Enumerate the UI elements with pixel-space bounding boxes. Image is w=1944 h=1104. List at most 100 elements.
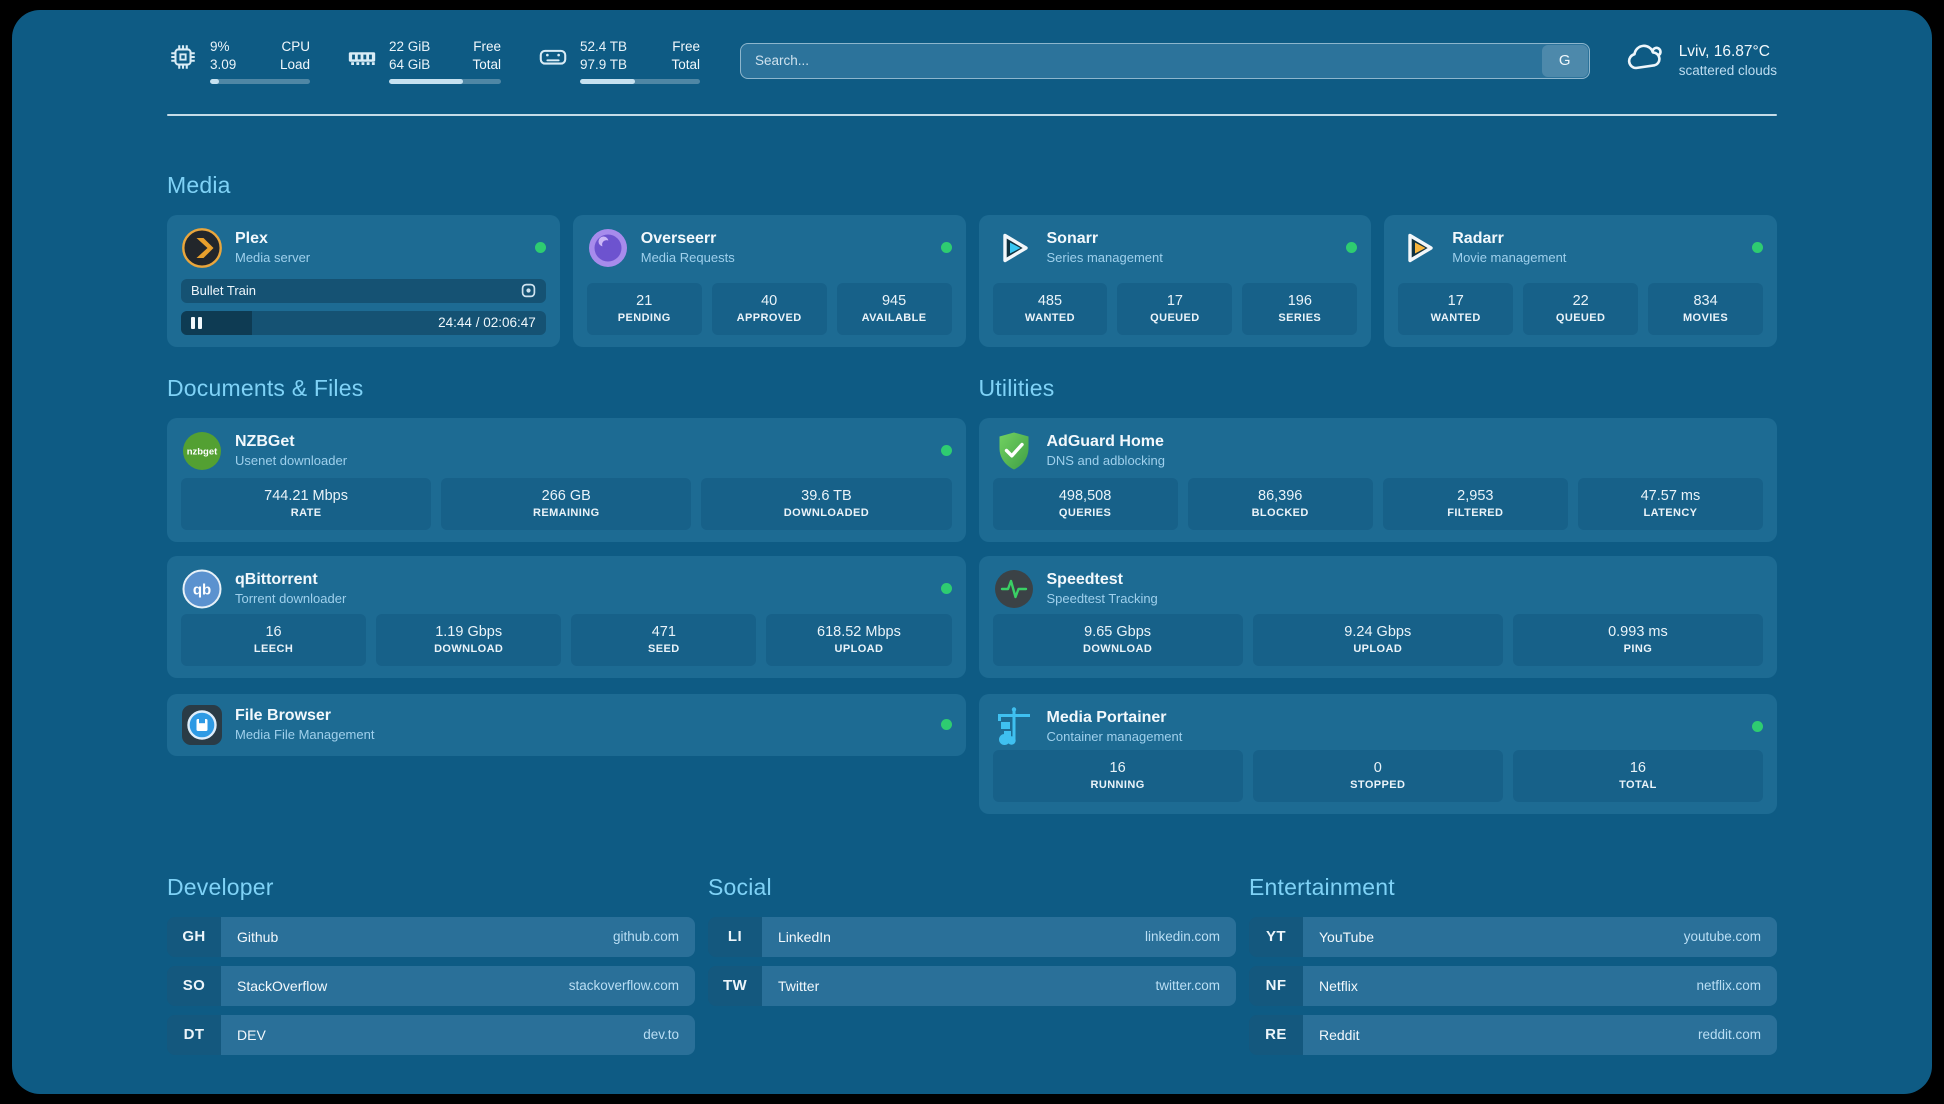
bookmark-url: netflix.com: [1696, 978, 1761, 993]
bookmark-abbr: RE: [1249, 1015, 1303, 1055]
bookmark-github[interactable]: GH Github github.com: [167, 917, 695, 957]
status-dot: [941, 445, 952, 456]
bookmark-dev[interactable]: DT DEV dev.to: [167, 1015, 695, 1055]
pause-icon[interactable]: [191, 317, 202, 329]
bookmark-url: twitter.com: [1155, 978, 1220, 993]
section-title-media: Media: [167, 172, 1777, 199]
stat-pending: 21PENDING: [587, 283, 702, 335]
overseerr-icon: [587, 227, 629, 269]
disk-icon: [537, 41, 569, 78]
cpu-load: 3.09: [210, 56, 236, 74]
stat-ping: 0.993 msPING: [1513, 614, 1763, 666]
bookmark-linkedin[interactable]: LI LinkedIn linkedin.com: [708, 917, 1236, 957]
portainer-icon: [993, 706, 1035, 748]
bookmark-abbr: NF: [1249, 966, 1303, 1006]
search-provider-button[interactable]: G: [1542, 45, 1588, 77]
status-dot: [1752, 242, 1763, 253]
stat-stopped: 0STOPPED: [1253, 750, 1503, 802]
speedtest-card[interactable]: Speedtest Speedtest Tracking 9.65 GbpsDO…: [979, 556, 1778, 678]
app-title: AdGuard Home: [1047, 433, 1166, 451]
filebrowser-card[interactable]: File Browser Media File Management: [167, 694, 966, 756]
section-title-entertainment: Entertainment: [1249, 874, 1777, 901]
disk-total-label: Total: [671, 56, 700, 74]
stat-download: 1.19 GbpsDOWNLOAD: [376, 614, 561, 666]
playback-time: 24:44 / 02:06:47: [438, 315, 536, 330]
cpu-icon: [167, 41, 199, 78]
stat-blocked: 86,396BLOCKED: [1188, 478, 1373, 530]
stat-queries: 498,508QUERIES: [993, 478, 1178, 530]
plex-icon: [181, 227, 223, 269]
cpu-progress-fill: [210, 79, 219, 84]
section-title-developer: Developer: [167, 874, 695, 901]
radarr-card[interactable]: Radarr Movie management 17WANTED 22QUEUE…: [1384, 215, 1777, 347]
portainer-card[interactable]: Media Portainer Container management 16R…: [979, 694, 1778, 814]
memory-total: 64 GiB: [389, 56, 430, 74]
video-session-icon: [521, 283, 536, 298]
nzbget-card[interactable]: nzbget NZBGet Usenet downloader 744.21 M…: [167, 418, 966, 542]
stat-running: 16RUNNING: [993, 750, 1243, 802]
plex-player-bar: 24:44 / 02:06:47: [181, 311, 546, 335]
speedtest-icon: [993, 568, 1035, 610]
stat-upload: 618.52 MbpsUPLOAD: [766, 614, 951, 666]
disk-total: 97.9 TB: [580, 56, 627, 74]
stat-wanted: 17WANTED: [1398, 283, 1513, 335]
memory-icon: [346, 41, 378, 78]
stat-movies: 834MOVIES: [1648, 283, 1763, 335]
bookmark-url: github.com: [613, 929, 679, 944]
bookmark-youtube[interactable]: YT YouTube youtube.com: [1249, 917, 1777, 957]
weather-widget: Lviv, 16.87°C scattered clouds: [1624, 41, 1777, 80]
bookmark-name: Twitter: [778, 978, 819, 994]
stat-leech: 16LEECH: [181, 614, 366, 666]
sonarr-card[interactable]: Sonarr Series management 485WANTED 17QUE…: [979, 215, 1372, 347]
bookmark-reddit[interactable]: RE Reddit reddit.com: [1249, 1015, 1777, 1055]
bookmark-netflix[interactable]: NF Netflix netflix.com: [1249, 966, 1777, 1006]
adguard-card[interactable]: AdGuard Home DNS and adblocking 498,508Q…: [979, 418, 1778, 542]
bookmark-twitter[interactable]: TW Twitter twitter.com: [708, 966, 1236, 1006]
app-title: Overseerr: [641, 230, 735, 248]
sonarr-icon: [993, 227, 1035, 269]
bookmark-stackoverflow[interactable]: SO StackOverflow stackoverflow.com: [167, 966, 695, 1006]
bookmark-name: YouTube: [1319, 929, 1374, 945]
bookmark-abbr: TW: [708, 966, 762, 1006]
weather-location-temp: Lviv, 16.87°C: [1679, 43, 1777, 61]
bookmark-name: LinkedIn: [778, 929, 831, 945]
nzbget-icon: nzbget: [181, 430, 223, 472]
app-title: Radarr: [1452, 230, 1566, 248]
stat-upload: 9.24 GbpsUPLOAD: [1253, 614, 1503, 666]
search-input[interactable]: [740, 43, 1590, 79]
section-title-utilities: Utilities: [979, 375, 1778, 402]
overseerr-card[interactable]: Overseerr Media Requests 21PENDING 40APP…: [573, 215, 966, 347]
system-stats: 9%CPU 3.09Load: [167, 38, 700, 84]
stat-series: 196SERIES: [1242, 283, 1357, 335]
top-bar: 9%CPU 3.09Load: [167, 38, 1777, 84]
bookmark-name: DEV: [237, 1027, 266, 1043]
stat-available: 945AVAILABLE: [837, 283, 952, 335]
bookmark-url: stackoverflow.com: [569, 978, 679, 993]
cpu-stat-widget: 9%CPU 3.09Load: [167, 38, 310, 84]
app-subtitle: Series management: [1047, 250, 1163, 265]
cloud-icon: [1624, 41, 1666, 80]
stat-wanted: 485WANTED: [993, 283, 1108, 335]
adguard-icon: [993, 430, 1035, 472]
app-title: qBittorrent: [235, 571, 346, 589]
bookmark-abbr: YT: [1249, 917, 1303, 957]
plex-now-playing-row: Bullet Train: [181, 279, 546, 303]
plex-card[interactable]: Plex Media server Bullet Train 24:44 / 0…: [167, 215, 560, 347]
bookmark-abbr: DT: [167, 1015, 221, 1055]
status-dot: [535, 242, 546, 253]
bookmark-url: dev.to: [643, 1027, 679, 1042]
stat-rate: 744.21 MbpsRATE: [181, 478, 431, 530]
disk-free: 52.4 TB: [580, 38, 627, 56]
memory-stat-widget: 22 GiBFree 64 GiBTotal: [346, 38, 501, 84]
disk-stat-widget: 52.4 TB Free 97.9 TB Total: [537, 38, 700, 84]
bookmark-abbr: SO: [167, 966, 221, 1006]
app-title: NZBGet: [235, 433, 347, 451]
weather-condition: scattered clouds: [1679, 63, 1777, 78]
app-subtitle: Movie management: [1452, 250, 1566, 265]
app-subtitle: Media File Management: [235, 727, 374, 742]
memory-total-label: Total: [472, 56, 501, 74]
search-bar: G: [740, 43, 1590, 79]
disk-free-label: Free: [672, 38, 700, 56]
status-dot: [1752, 721, 1763, 732]
qbittorrent-card[interactable]: qb qBittorrent Torrent downloader 16LEEC…: [167, 556, 966, 678]
